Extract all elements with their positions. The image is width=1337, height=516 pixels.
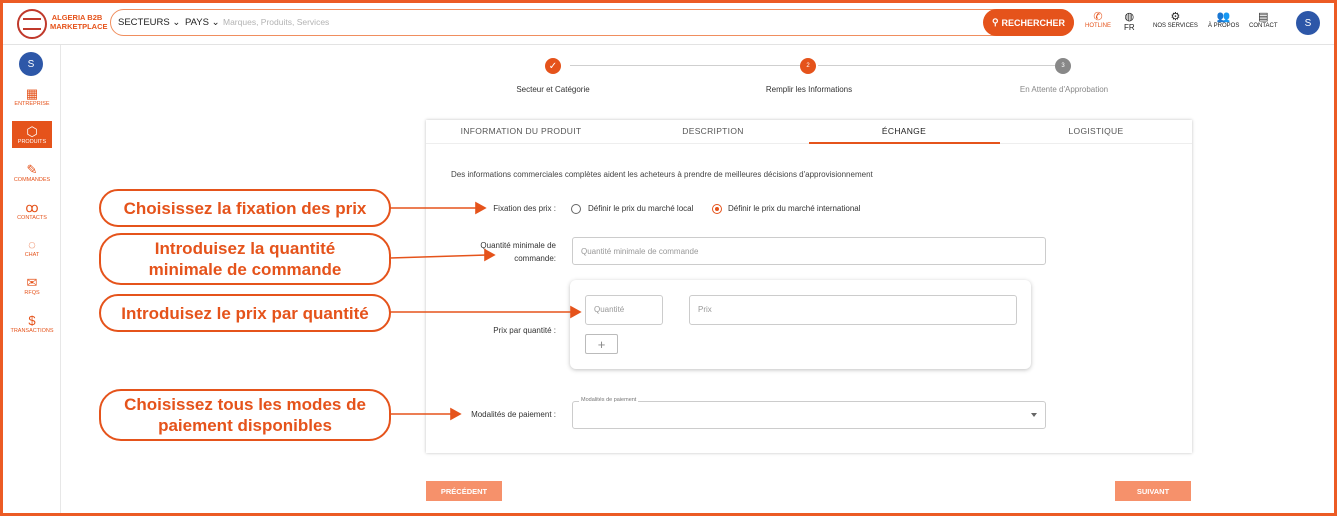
arrow-head bbox=[484, 248, 496, 262]
arrow-head bbox=[570, 305, 582, 319]
callout-payment: Choisissez tous les modes de paiement di… bbox=[99, 389, 391, 441]
arrow-head bbox=[475, 201, 487, 215]
callout-price: Introduisez le prix par quantité bbox=[99, 294, 391, 332]
callout-payment-line-2: paiement disponibles bbox=[158, 416, 332, 435]
arrow-head bbox=[450, 407, 462, 421]
arrow-line bbox=[389, 254, 488, 259]
screenshot-frame: ALGERIA B2B MARKETPLACE SECTEURS ⌄ PAYS … bbox=[0, 0, 1337, 516]
callout-payment-line-1: Choisissez tous les modes de bbox=[124, 395, 366, 414]
callout-moq-line-2: minimale de commande bbox=[148, 260, 342, 279]
callout-moq: Introduisez la quantité minimale de comm… bbox=[99, 233, 391, 285]
callout-pricing: Choisissez la fixation des prix bbox=[99, 189, 391, 227]
callout-moq-line-1: Introduisez la quantité bbox=[154, 239, 336, 258]
